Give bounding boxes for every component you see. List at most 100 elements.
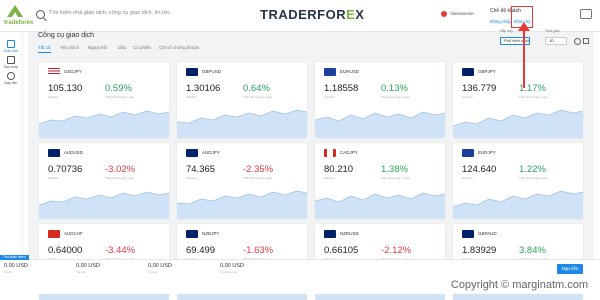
demo-badge[interactable]: Tài khoản demo [0,255,29,260]
sparkline [453,190,583,219]
sidebar-item-trading[interactable]: Giao dịch [1,40,21,53]
logo-text: tradeforex [4,20,34,26]
instrument-change: -3.02% [105,164,136,175]
tab-stocks[interactable]: Cổ phiếu [133,45,151,50]
deposit-button[interactable]: Nạp tiền [557,264,583,274]
instrument-card[interactable]: USDJPY 105.130 0.59% Giá bán Thay đổi trong … [39,62,169,138]
ch-flag-icon [48,230,60,238]
nz-flag-icon [186,230,198,238]
free-margin-value: 0.00 USD [220,263,244,269]
instrument-card[interactable]: EURJPY 124.640 1.22% Giá bán Thay đổi trong … [453,143,583,219]
margin-label: Ký quỹ [148,270,158,274]
eu-flag-icon [462,149,474,157]
tab-forex[interactable]: Ngoại hối [88,45,107,50]
price-label: Giá bán [462,176,473,180]
gear-icon[interactable] [574,38,581,45]
tab-favorites[interactable]: Yêu thích [60,45,79,50]
instrument-symbol: USDJPY [64,69,82,74]
price-label: Giá bán [324,95,335,99]
balance-value: 0.00 USD [4,263,28,269]
instrument-symbol: GBPAUD [478,231,497,236]
dollar-icon [7,72,15,80]
equity-label: Tài sản [76,270,86,274]
instrument-card[interactable]: GBPJPY 136.779 1.17% Giá bán Thay đổi trong … [453,62,583,138]
sparkline [177,109,307,138]
change-label: Thay đổi trong 1 ngày [105,176,135,180]
instrument-card[interactable]: AUDJPY 74.365 -2.35% Giá bán Thay đổi trong … [177,143,307,219]
instrument-change: 1.22% [519,164,546,175]
tab-indices[interactable]: Chỉ số chứng khoán [159,45,199,50]
margin-item: 0.00 USD Ký quỹ [148,263,172,274]
gb-flag-icon [462,68,474,76]
instrument-change: -2.12% [381,245,412,256]
instrument-card[interactable]: GBPUSD 1.30106 0.64% Giá bán Thay đổi trong … [177,62,307,138]
au-flag-icon [186,149,198,157]
gb-flag-icon [462,230,474,238]
instrument-price: 0.66105 [324,245,359,256]
tab-oil[interactable]: Dầu [118,45,126,50]
instrument-symbol: EURUSD [340,69,360,74]
eu-flag-icon [324,68,336,76]
nz-flag-icon [324,230,336,238]
instrument-price: 80.210 [324,164,354,175]
instrument-price: 1.30106 [186,83,221,94]
account-bar: Tài khoản demo 0.00 USD Số dư 0.00 USD T… [0,255,600,278]
sidebar: Giao dịch Sao chép Nạp tiền [0,32,23,260]
instrument-symbol: CADJPY [340,150,358,155]
instrument-card[interactable]: EURUSD 1.18558 0.13% Giá bán Thay đổi trong … [315,62,445,138]
instrument-price: 1.83929 [462,245,497,256]
instrument-card[interactable]: CADJPY 80.210 1.38% Giá bán Thay đổi trong 1… [315,143,445,219]
sparkline [39,191,169,219]
login-link[interactable]: Đăng nhập [490,19,512,24]
change-label: Thay đổi trong 1 ngày [381,176,411,180]
instrument-price: 0.70736 [48,164,83,175]
sparkline [315,192,445,219]
price-label: Giá bán [186,95,197,99]
period-select[interactable]: 1D [545,37,567,45]
sidebar-item-copy[interactable]: Sao chép [1,56,21,69]
change-label: Thay đổi trong 1 ngày [519,95,549,99]
brand-title: TRADERFOREX [260,7,365,22]
sort-select[interactable]: Phổ biến nhất [500,37,530,45]
instrument-price: 0.64000 [48,245,83,256]
search-input[interactable]: Tìm kiếm nhà giao dịch, công cụ giao dịc… [49,10,170,16]
instrument-price: 69.499 [186,245,216,256]
change-label: Thay đổi trong 1 ngày [381,95,411,99]
instrument-symbol: EURJPY [478,150,496,155]
change-label: Thay đổi trong 1 ngày [105,95,135,99]
price-label: Giá bán [48,176,59,180]
instrument-change: 0.13% [381,83,408,94]
instrument-change: 0.59% [105,83,132,94]
logo-mark-icon [7,5,23,17]
language-selector[interactable]: Vietnamese [450,11,474,16]
instrument-change: -1.63% [243,245,274,256]
instrument-symbol: AUDUSD [64,150,84,155]
copy-icon [7,56,15,64]
instrument-change: 1.38% [381,164,408,175]
sparkline-area [453,191,583,219]
instrument-symbol: GBPJPY [478,69,496,74]
sparkline [453,109,583,138]
sparkline [39,110,169,138]
vietnam-flag-icon[interactable] [441,11,447,17]
free-margin-label: Ký quỹ tự do [220,270,238,274]
sparkline-area [177,110,307,138]
sidebar-item-deposit[interactable]: Nạp tiền [1,72,21,85]
ca-flag-icon [324,149,336,157]
sparkline-area [315,193,445,219]
instrument-price: 74.365 [186,164,216,175]
tab-all[interactable]: Tất cả [38,45,51,53]
instrument-card[interactable]: AUDUSD 0.70736 -3.02% Giá bán Thay đổi trong… [39,143,169,219]
au-flag-icon [48,149,60,157]
instrument-change: 3.84% [519,245,546,256]
price-label: Giá bán [186,176,197,180]
tradeforex-logo[interactable]: tradeforex [4,3,34,29]
balance-item: 0.00 USD Số dư [4,263,28,274]
instrument-price: 136.779 [462,83,497,94]
search-icon[interactable] [36,10,45,19]
price-label: Giá bán [462,95,473,99]
chat-icon[interactable] [580,9,592,19]
price-label: Giá bán [48,95,59,99]
grid-view-icon[interactable] [583,38,589,44]
balance-label: Số dư [4,270,13,274]
